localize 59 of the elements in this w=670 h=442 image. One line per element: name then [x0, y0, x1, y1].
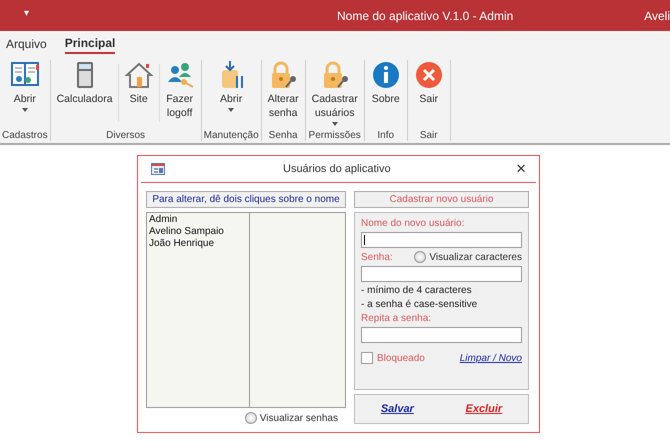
group-label: Diversos: [106, 130, 146, 141]
ribbon-button[interactable]: Cadastrar usuários: [308, 60, 362, 126]
radio-label: Visualizar caracteres: [429, 252, 522, 262]
group-label: Info: [377, 130, 394, 141]
group-label: Senha: [268, 130, 298, 141]
quick-access-menu[interactable]: ▾: [24, 7, 29, 19]
radio-button[interactable]: [414, 251, 426, 263]
checkbox[interactable]: [361, 352, 373, 364]
dialog-title: Usuários do aplicativo: [283, 163, 391, 175]
ribbon-tab[interactable]: Arquivo: [6, 34, 47, 52]
close-button[interactable]: ×: [516, 159, 526, 179]
button-label: Abrir: [14, 92, 36, 106]
button-label: Alterar senha: [268, 92, 299, 120]
list-header: Para alterar, dê dois cliques sobre o nome: [146, 191, 346, 208]
ribbon-button[interactable]: Abrir: [6, 60, 44, 112]
ribbon-button[interactable]: Sair: [410, 60, 448, 106]
group-label: Cadastros: [2, 130, 48, 141]
button-label: Sobre: [372, 92, 400, 106]
close-icon: [414, 60, 444, 90]
ribbon-button[interactable]: Alterar senha: [264, 60, 303, 120]
group-label: Sair: [420, 130, 438, 141]
info-icon: [370, 60, 401, 90]
button-label: Fazer logoff: [166, 92, 194, 120]
field-label: Senha:: [361, 252, 393, 262]
group-label: Manutenção: [204, 130, 259, 141]
input-field[interactable]: [361, 232, 522, 248]
ribbon-button[interactable]: Fazer logoff: [160, 60, 199, 120]
button-label: Abrir: [220, 92, 242, 106]
hint-text: - a senha é case-sensitive: [361, 299, 478, 310]
form-icon: [151, 163, 165, 175]
ribbon-button[interactable]: Abrir: [212, 60, 250, 112]
group-label: Permissões: [308, 130, 361, 141]
radio-label: Visualizar senhas: [260, 412, 338, 424]
input-field[interactable]: [361, 327, 522, 343]
user-list[interactable]: Admin Avelino Sampaio João Henrique: [146, 212, 346, 408]
ribbon-tab[interactable]: Principal: [64, 34, 116, 54]
window-title: Nome do aplicativo V.1.0 - Admin: [337, 8, 514, 22]
field-label: Repita a senha:: [361, 313, 432, 324]
button-label: Cadastrar usuários: [312, 92, 358, 120]
button-label: Site: [130, 92, 148, 106]
user-item[interactable]: João Henrique: [149, 238, 247, 250]
input-field[interactable]: [361, 266, 522, 282]
form-header: Cadastrar novo usuário: [354, 191, 529, 208]
ribbon-button[interactable]: Site: [120, 60, 158, 106]
checkbox-label: Bloqueado: [377, 352, 425, 364]
delete-link[interactable]: Excluir: [465, 403, 502, 415]
hint-text: - mínimo de 4 caracteres: [361, 285, 473, 296]
user-item[interactable]: Avelino Sampaio: [149, 226, 247, 238]
clear-link[interactable]: Limpar / Novo: [460, 352, 522, 364]
field-label: Nome do novo usuário:: [361, 218, 466, 229]
button-label: Calculadora: [56, 92, 113, 106]
save-link[interactable]: Salvar: [380, 403, 414, 415]
ribbon-button[interactable]: Sobre: [366, 60, 405, 106]
house-icon: [124, 60, 154, 90]
ribbon-button[interactable]: Calculadora: [52, 60, 117, 106]
radio-button[interactable]: [244, 412, 257, 424]
user-name: Aveli: [644, 8, 670, 22]
button-label: Sair: [419, 92, 438, 106]
user-item[interactable]: Admin: [149, 214, 247, 226]
